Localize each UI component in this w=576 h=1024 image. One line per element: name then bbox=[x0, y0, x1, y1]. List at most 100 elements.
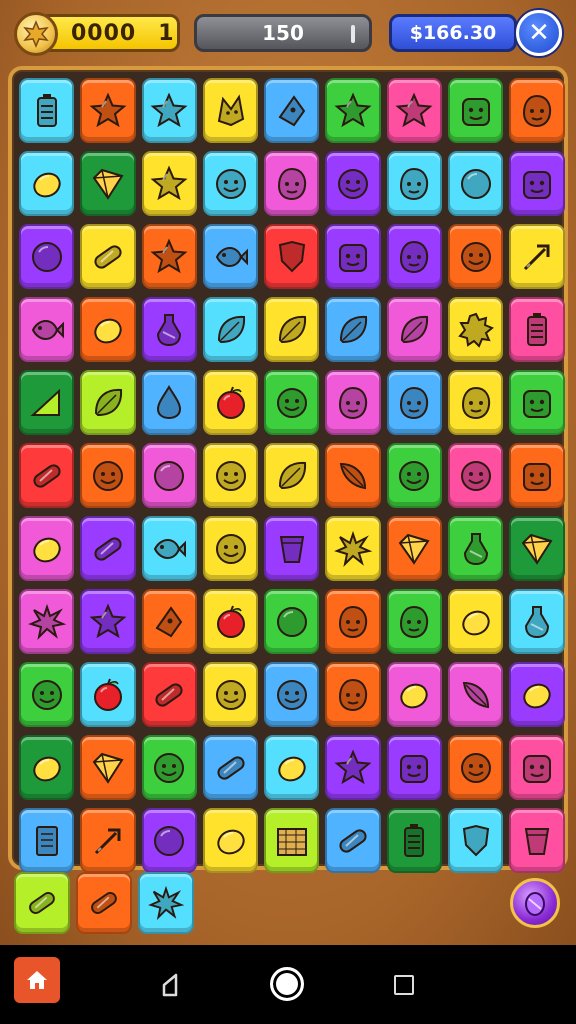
board-tile[interactable] bbox=[386, 78, 443, 143]
board-tile[interactable] bbox=[325, 151, 381, 216]
nav-home-button[interactable] bbox=[270, 967, 304, 1001]
board-tile[interactable] bbox=[141, 224, 197, 289]
board-tile[interactable] bbox=[386, 589, 443, 654]
board-tile[interactable] bbox=[386, 662, 443, 727]
home-button[interactable] bbox=[14, 957, 60, 1003]
board-tile[interactable] bbox=[386, 370, 443, 435]
board-tile[interactable] bbox=[448, 735, 504, 800]
board-tile[interactable] bbox=[19, 224, 75, 289]
board-tile[interactable] bbox=[509, 662, 565, 727]
powerup-button[interactable] bbox=[510, 878, 560, 928]
board-tile[interactable] bbox=[509, 443, 565, 508]
board-tile[interactable] bbox=[202, 370, 259, 435]
board-tile[interactable] bbox=[448, 589, 504, 654]
board-tile[interactable] bbox=[509, 808, 565, 873]
close-button[interactable]: ✕ bbox=[516, 10, 562, 56]
board-tile[interactable] bbox=[448, 224, 504, 289]
board-tile[interactable] bbox=[386, 297, 443, 362]
board-tile[interactable] bbox=[264, 443, 320, 508]
board-tile[interactable] bbox=[448, 78, 504, 143]
board-tile[interactable] bbox=[386, 151, 443, 216]
board-tile[interactable] bbox=[202, 224, 259, 289]
board-tile[interactable] bbox=[509, 370, 565, 435]
board-tile[interactable] bbox=[448, 297, 504, 362]
board-tile[interactable] bbox=[19, 370, 75, 435]
tray-tile[interactable] bbox=[138, 872, 194, 934]
board-tile[interactable] bbox=[509, 151, 565, 216]
board-tile[interactable] bbox=[80, 735, 136, 800]
board-tile[interactable] bbox=[80, 224, 136, 289]
board-tile[interactable] bbox=[202, 297, 259, 362]
board-tile[interactable] bbox=[264, 589, 320, 654]
board-tile[interactable] bbox=[141, 808, 197, 873]
board-tile[interactable] bbox=[386, 443, 443, 508]
board-tile[interactable] bbox=[325, 78, 381, 143]
board-tile[interactable] bbox=[509, 224, 565, 289]
board-tile[interactable] bbox=[448, 516, 504, 581]
board-tile[interactable] bbox=[264, 370, 320, 435]
board-tile[interactable] bbox=[141, 589, 197, 654]
board-tile[interactable] bbox=[325, 735, 381, 800]
board-tile[interactable] bbox=[202, 662, 259, 727]
board-tile[interactable] bbox=[141, 370, 197, 435]
board-tile[interactable] bbox=[509, 589, 565, 654]
board-tile[interactable] bbox=[202, 78, 259, 143]
board-tile[interactable] bbox=[80, 662, 136, 727]
board-tile[interactable] bbox=[80, 808, 136, 873]
board-tile[interactable] bbox=[264, 662, 320, 727]
board-tile[interactable] bbox=[19, 151, 75, 216]
tray-tile[interactable] bbox=[76, 872, 132, 934]
board-tile[interactable] bbox=[19, 443, 75, 508]
board-tile[interactable] bbox=[264, 735, 320, 800]
board-tile[interactable] bbox=[264, 151, 320, 216]
board-tile[interactable] bbox=[202, 151, 259, 216]
board-tile[interactable] bbox=[325, 297, 381, 362]
board-tile[interactable] bbox=[19, 662, 75, 727]
board-tile[interactable] bbox=[80, 297, 136, 362]
tray-tile[interactable] bbox=[14, 872, 70, 934]
board-tile[interactable] bbox=[80, 151, 136, 216]
board-tile[interactable] bbox=[141, 516, 197, 581]
back-icon[interactable] bbox=[158, 972, 184, 998]
board-tile[interactable] bbox=[448, 443, 504, 508]
board-tile[interactable] bbox=[141, 78, 197, 143]
board-tile[interactable] bbox=[19, 516, 75, 581]
board-tile[interactable] bbox=[141, 151, 197, 216]
board-tile[interactable] bbox=[80, 443, 136, 508]
board-tile[interactable] bbox=[141, 297, 197, 362]
board-tile[interactable] bbox=[325, 224, 381, 289]
board-tile[interactable] bbox=[509, 735, 565, 800]
board-tile[interactable] bbox=[509, 516, 565, 581]
board-tile[interactable] bbox=[325, 662, 381, 727]
board-tile[interactable] bbox=[202, 589, 259, 654]
board-tile[interactable] bbox=[264, 224, 320, 289]
board-tile[interactable] bbox=[386, 516, 443, 581]
board-tile[interactable] bbox=[202, 516, 259, 581]
board-tile[interactable] bbox=[386, 808, 443, 873]
board-tile[interactable] bbox=[19, 589, 75, 654]
board-tile[interactable] bbox=[509, 78, 565, 143]
board-tile[interactable] bbox=[325, 516, 381, 581]
board-tile[interactable] bbox=[325, 370, 381, 435]
board-tile[interactable] bbox=[202, 808, 259, 873]
board-tile[interactable] bbox=[80, 589, 136, 654]
board-tile[interactable] bbox=[448, 662, 504, 727]
recent-apps-button[interactable] bbox=[394, 975, 414, 995]
board-tile[interactable] bbox=[325, 443, 381, 508]
board-tile[interactable] bbox=[141, 735, 197, 800]
board-tile[interactable] bbox=[19, 297, 75, 362]
board-tile[interactable] bbox=[80, 78, 136, 143]
board-tile[interactable] bbox=[19, 78, 75, 143]
board-tile[interactable] bbox=[264, 297, 320, 362]
board-tile[interactable] bbox=[141, 662, 197, 727]
board-tile[interactable] bbox=[264, 516, 320, 581]
board-tile[interactable] bbox=[202, 735, 259, 800]
board-tile[interactable] bbox=[264, 808, 320, 873]
board-tile[interactable] bbox=[19, 808, 75, 873]
board-tile[interactable] bbox=[19, 735, 75, 800]
board-tile[interactable] bbox=[202, 443, 259, 508]
board-tile[interactable] bbox=[386, 224, 443, 289]
board-tile[interactable] bbox=[509, 297, 565, 362]
board-tile[interactable] bbox=[80, 516, 136, 581]
board-tile[interactable] bbox=[386, 735, 443, 800]
